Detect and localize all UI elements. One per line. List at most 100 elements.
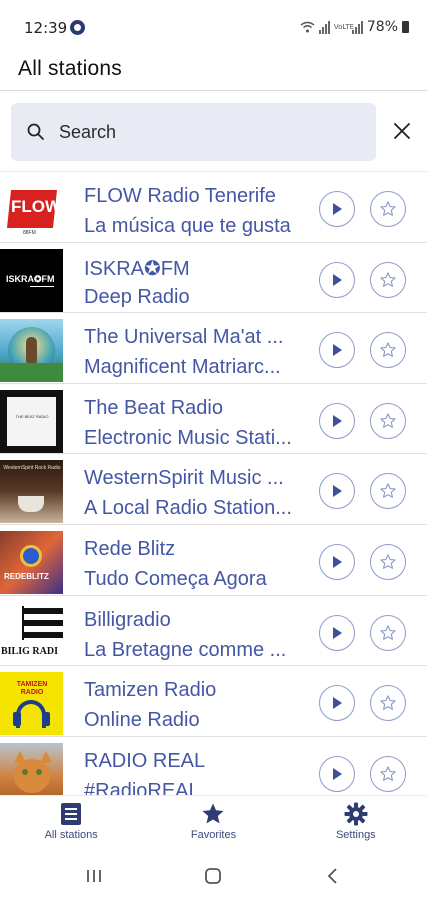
gear-icon <box>344 802 368 826</box>
clear-search-button[interactable] <box>389 118 415 144</box>
station-row[interactable]: REDEBLITZ Rede Blitz Tudo Começa Agora <box>0 523 427 595</box>
system-navigation-bar <box>0 851 427 900</box>
battery-icon <box>402 21 409 33</box>
nav-favorites[interactable]: Favorites <box>142 796 284 851</box>
logo-text: FLOW <box>11 197 62 216</box>
play-button[interactable] <box>319 543 355 580</box>
wifi-icon <box>300 21 315 33</box>
nav-label-favorites: Favorites <box>190 829 237 841</box>
favorite-button[interactable] <box>370 473 406 510</box>
star-icon <box>202 803 224 824</box>
favorite-button[interactable] <box>370 261 406 298</box>
header-divider <box>0 90 427 91</box>
bottom-navigation: All stations Favorites Settings <box>0 795 427 851</box>
station-row[interactable]: WesternSpirit Rock Radio WesternSpirit M… <box>0 453 427 524</box>
station-row[interactable]: BILIG RADI Billigradio La Bretagne comme… <box>0 594 427 666</box>
notification-icon <box>70 20 85 35</box>
star-outline-icon <box>380 271 396 287</box>
logo-subtext: 88FM <box>23 230 36 236</box>
status-time: 12:39 <box>24 19 68 37</box>
station-description: Magnificent Matriarc... <box>84 356 281 379</box>
station-description: Online Radio <box>84 709 200 732</box>
back-button[interactable] <box>321 865 345 887</box>
star-outline-icon <box>380 413 396 428</box>
play-button[interactable] <box>319 261 355 298</box>
station-description: La Bretagne comme ... <box>84 638 287 661</box>
star-outline-icon <box>380 624 396 640</box>
logo-text: BILIG RADI <box>1 645 58 657</box>
signal-icon-2 <box>351 20 363 34</box>
nav-label-all-stations: All stations <box>44 829 98 841</box>
play-icon <box>333 626 342 639</box>
logo-text: WesternSpirit Rock Radio <box>3 465 61 472</box>
star-outline-icon <box>380 342 396 358</box>
play-button[interactable] <box>319 614 355 651</box>
station-row[interactable]: THE BEAT RADIO The Beat Radio Electronic… <box>0 382 427 454</box>
station-name: The Beat Radio <box>84 396 223 419</box>
station-row[interactable]: The Universal Ma'at ... Magnificent Matr… <box>0 312 427 383</box>
status-bar: 12:39 VoLTE 78% <box>0 0 427 56</box>
station-row[interactable]: ISKRA✪FM ISKRA✪FM Deep Radio <box>0 241 427 313</box>
station-description: #RadioREAL <box>84 779 200 795</box>
station-logo-billigradio: BILIG RADI <box>0 601 63 665</box>
close-icon <box>394 123 410 139</box>
nav-all-stations[interactable]: All stations <box>0 796 142 851</box>
station-logo-tamizen: TAMIZEN RADIO <box>0 672 63 736</box>
back-icon <box>327 868 337 884</box>
star-outline-icon <box>380 766 396 781</box>
nav-label-settings: Settings <box>335 829 376 841</box>
recent-apps-button[interactable] <box>82 865 106 887</box>
favorite-button[interactable] <box>370 755 406 792</box>
logo-text: TAMIZEN RADIO <box>16 681 48 697</box>
nav-settings[interactable]: Settings <box>285 796 427 851</box>
logo-text: ISKRA✪FM <box>6 273 55 284</box>
logo-text: REDEBLITZ <box>4 571 49 581</box>
logo-text: THE BEAT RADIO <box>15 413 49 419</box>
station-name: RADIO REAL <box>84 749 206 772</box>
station-description: Electronic Music Stati... <box>84 426 292 449</box>
station-logo-westernspirit: WesternSpirit Rock Radio <box>0 460 63 524</box>
station-name: Tamizen Radio <box>84 679 217 702</box>
star-outline-icon <box>380 554 396 569</box>
play-button[interactable] <box>319 402 355 439</box>
favorite-button[interactable] <box>370 685 406 722</box>
play-button[interactable] <box>319 332 355 369</box>
station-description: Deep Radio <box>84 285 190 308</box>
search-bar[interactable] <box>11 103 376 161</box>
station-description: A Local Radio Station... <box>84 497 292 520</box>
play-icon <box>333 414 342 427</box>
station-list[interactable]: FLOW 88FM FLOW Radio Tenerife La música … <box>0 171 427 795</box>
play-button[interactable] <box>319 755 355 792</box>
star-outline-icon <box>380 483 396 499</box>
play-button[interactable] <box>319 685 355 722</box>
favorite-button[interactable] <box>370 543 406 580</box>
page-title: All stations <box>18 57 122 80</box>
play-icon <box>333 767 342 780</box>
home-button[interactable] <box>201 865 225 887</box>
station-logo-universal-maat <box>0 319 63 383</box>
star-outline-icon <box>380 695 396 711</box>
play-icon <box>333 697 342 710</box>
play-icon <box>333 344 342 357</box>
search-input[interactable] <box>59 103 359 161</box>
station-row[interactable]: RADIO REAL #RadioREAL <box>0 735 427 795</box>
favorite-button[interactable] <box>370 402 406 439</box>
play-button[interactable] <box>319 191 355 227</box>
favorite-button[interactable] <box>370 614 406 651</box>
play-button[interactable] <box>319 473 355 510</box>
network-label: VoLTE <box>333 22 355 31</box>
station-row[interactable]: FLOW 88FM FLOW Radio Tenerife La música … <box>0 171 427 242</box>
station-row[interactable]: TAMIZEN RADIO Tamizen Radio Online Radio <box>0 665 427 736</box>
favorite-button[interactable] <box>370 332 406 369</box>
recents-icon <box>87 870 101 882</box>
station-name: Rede Blitz <box>84 537 176 560</box>
star-outline-icon <box>380 201 396 216</box>
search-icon <box>27 123 44 140</box>
favorite-button[interactable] <box>370 191 406 227</box>
station-name: Billigradio <box>84 608 171 631</box>
station-name: FLOW Radio Tenerife <box>84 185 276 207</box>
play-icon <box>333 273 342 286</box>
play-icon <box>333 203 342 215</box>
play-icon <box>333 485 342 498</box>
station-description: Tudo Começa Agora <box>84 567 267 590</box>
